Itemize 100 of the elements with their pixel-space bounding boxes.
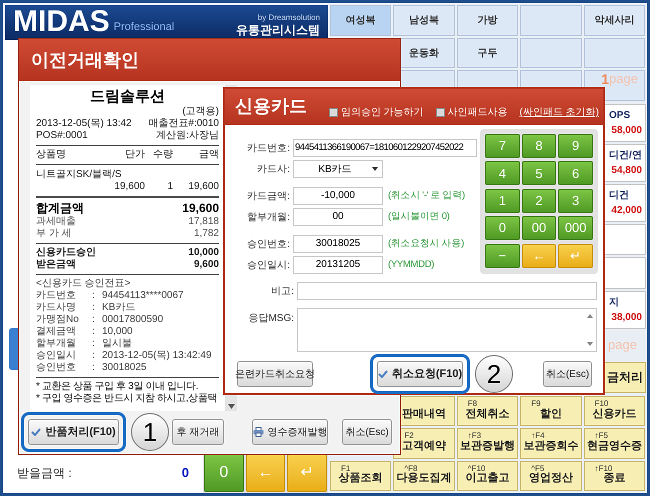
dialog-button[interactable]: 취소요청(F10) <box>377 361 463 387</box>
category-button[interactable]: 구두 <box>456 38 518 68</box>
product-price: 58,000 <box>610 124 642 138</box>
callout-badge: 1 <box>131 413 169 451</box>
copy-label: (고객용) <box>181 106 219 118</box>
tax-label: 부 가 세 <box>36 228 72 240</box>
shortcut-label: F2 <box>404 430 414 440</box>
function-key[interactable]: ^F5 영업정산 <box>520 460 582 491</box>
field-label: 카드번호: <box>246 142 291 156</box>
item-name: 니트골지SK/블랙/S <box>36 168 123 181</box>
category-button[interactable]: 여성복 <box>330 5 392 36</box>
callout-badge: 2 <box>475 355 513 393</box>
function-key[interactable]: F1 상품조회 <box>330 460 392 491</box>
slip-label: 카드번호 <box>36 290 77 302</box>
shortcut-label: ↑F3 <box>468 430 482 440</box>
separator-label: : <box>92 338 96 350</box>
column-header: 단가 <box>124 149 145 161</box>
scroll-down-icon[interactable] <box>228 404 234 409</box>
product-price: 54,800 <box>610 164 642 178</box>
shortcut-label: ↑F10 <box>594 462 612 473</box>
hint-text: (취소요청시 사용) <box>388 236 464 251</box>
table-cell-text: 19,600 <box>113 181 145 193</box>
shortcut-label: ↑F5 <box>594 430 608 440</box>
slip-value: 일시불 <box>102 338 132 350</box>
dropdown-field[interactable]: KB카드 <box>293 160 383 178</box>
cashier-label: 계산원:사장님 <box>156 130 219 142</box>
slip-value: 94454113****0067 <box>102 290 184 302</box>
table-cell-text: 19,600 <box>187 181 219 193</box>
page-label: page <box>609 72 638 86</box>
function-key[interactable]: ^F8 다용도집계 <box>393 460 455 491</box>
hint-text: (YYMMDD) <box>388 258 434 272</box>
tax-value: 1,782 <box>194 228 219 240</box>
slip-value: KB카드 <box>102 302 136 314</box>
field-label: 할부개월: <box>246 210 291 224</box>
function-key[interactable]: ↑F10 종료 <box>584 460 645 491</box>
input-field[interactable] <box>297 282 597 300</box>
function-key[interactable]: F10 신용카드 <box>584 396 645 426</box>
function-key[interactable]: F9 할인 <box>520 396 582 426</box>
dialog-button[interactable]: 영수증재발행 <box>252 419 328 445</box>
total-value: 19,600 <box>182 201 219 216</box>
product-price: 38,000 <box>610 310 642 324</box>
function-key[interactable]: F8 전체취소 <box>456 396 518 426</box>
input-field[interactable]: 20131205 <box>293 256 383 274</box>
system-name: 유통관리시스템 <box>236 23 320 37</box>
category-button[interactable]: 남성복 <box>393 5 455 36</box>
separator-label: : <box>92 326 96 338</box>
dialog-button[interactable]: 반품처리(F10) <box>28 419 119 445</box>
slip-number: 매출전표#:0010 <box>148 118 219 130</box>
store-name: 드림솔루션 <box>89 88 166 106</box>
input-field[interactable]: -10,000 <box>293 187 383 205</box>
function-key[interactable]: ↑F3 보관증발행 <box>456 428 518 459</box>
table-cell-text: 1 <box>166 181 173 193</box>
input-field[interactable]: 9445411366190067=1810601229207452022 <box>293 139 477 157</box>
dialog-title: 신용카드 <box>235 95 307 118</box>
shortcut-label: ↑F4 <box>531 430 545 440</box>
category-button[interactable]: 악세사리 <box>584 5 645 36</box>
separator-label: : <box>92 314 96 326</box>
dialog-button[interactable]: 은련카드취소요청 <box>237 361 313 387</box>
payment-label: 받은금액 <box>36 259 76 271</box>
pos-number: POS#:0001 <box>36 130 88 142</box>
field-label: 승인번호: <box>246 238 291 252</box>
shortcut-label: ^F5 <box>531 462 544 473</box>
amount-value: 0 <box>182 464 189 482</box>
function-key[interactable]: ↑F5 현금영수증 <box>584 428 645 459</box>
dialog-button[interactable]: 후 재거래 <box>172 419 224 445</box>
checkbox-option[interactable]: 임의승인 가능하기 <box>328 105 424 120</box>
field-label: 카드사: <box>256 162 291 176</box>
dialog-title: 이전거래확인 <box>31 48 139 72</box>
check-icon <box>378 370 388 378</box>
product-name: OPS <box>609 109 632 123</box>
function-key[interactable]: ^F10 이고출고 <box>456 460 518 491</box>
payment-value: 9,600 <box>194 259 219 271</box>
edition-label: Professional <box>114 20 174 34</box>
notice-text: * 구입 영수증은 반드시 지참 하시고,상품택 <box>36 393 218 405</box>
separator-label: : <box>92 350 96 362</box>
receipt-datetime: 2013-12-05(목) 13:42 <box>36 118 132 130</box>
dialog-button[interactable]: 취소(Esc) <box>342 419 392 445</box>
payment-value: 10,000 <box>188 247 219 259</box>
input-field[interactable]: 30018025 <box>293 235 383 253</box>
input-field[interactable]: 00 <box>293 208 383 226</box>
checkbox-option[interactable]: 사인패드사용 <box>436 105 508 120</box>
separator-label: : <box>92 362 96 374</box>
separator-label: : <box>92 290 96 302</box>
dialog-button[interactable]: 취소(Esc) <box>543 361 592 387</box>
category-button[interactable]: 가방 <box>456 5 518 36</box>
shortcut-label: F1 <box>341 462 350 473</box>
check-icon <box>31 428 42 436</box>
slip-label: 할부개월 <box>36 338 77 350</box>
shortcut-label: ^F8 <box>404 462 418 473</box>
slip-label: 가맹점No <box>36 314 80 326</box>
vendor-label: by Dreamsolution <box>258 13 320 23</box>
field-label: 카드금액: <box>246 190 291 204</box>
slip-label: 승인번호 <box>36 362 77 374</box>
tax-label: 과세매출 <box>36 216 76 228</box>
dropdown-arrow-icon <box>372 167 378 171</box>
separator-label: : <box>92 302 96 314</box>
shortcut-label: F9 <box>531 398 541 408</box>
slip-label: 카드사명 <box>36 302 77 314</box>
function-key[interactable]: ↑F4 보관증회수 <box>520 428 582 459</box>
field-label: 응답MSG: <box>247 312 295 326</box>
